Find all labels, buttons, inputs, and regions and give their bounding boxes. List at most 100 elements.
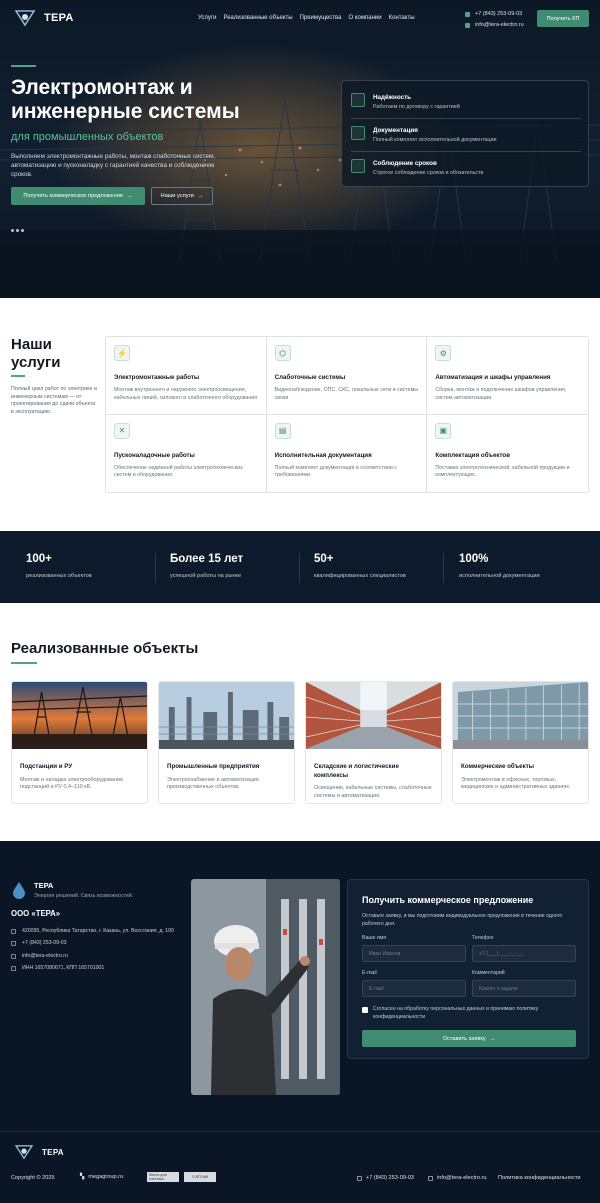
service-text: Полный комплект документации в соответст…	[274, 464, 397, 479]
partner-link[interactable]: ▚ megagroup.ru	[80, 1174, 123, 1180]
project-text: Электромонтаж в офисных, торговых, медиц…	[461, 776, 571, 791]
phone-icon	[11, 941, 16, 947]
service-title: Пусконаладочные работы	[114, 451, 195, 459]
phone-icon	[357, 1175, 362, 1181]
contact-email[interactable]: info@tera-electro.ru	[22, 950, 68, 962]
service-text: Монтаж внутреннего и наружного электроос…	[114, 387, 258, 401]
stat-value: 100%	[459, 553, 489, 565]
arrow-right-icon: →	[197, 193, 204, 199]
service-text: Обеспечение надёжной работы электротехни…	[114, 464, 243, 479]
feature-title: Надёжность	[373, 94, 412, 101]
service-card[interactable]: ✕ Пусконаладочные работы Обеспечение надёж…	[106, 414, 267, 492]
project-text: Электроснабжение и автоматизация произво…	[167, 776, 259, 791]
network-icon: ⌬	[274, 345, 291, 361]
box-icon: ▣	[435, 422, 452, 439]
name-input[interactable]: Иван Иванов	[362, 945, 466, 962]
email-input[interactable]: E-mail	[362, 980, 466, 997]
nav-item-projects[interactable]: Реализованные объекты	[223, 15, 292, 21]
project-card[interactable]: Подстанции и РУ Монтаж и наладка электро…	[11, 681, 148, 804]
contact-list: 420095, Республика Татарстан, г. Казань,…	[11, 925, 174, 975]
services-title: Наши услуги	[11, 336, 61, 371]
feature-text: Строгое соблюдение сроков и обязательств	[373, 170, 484, 176]
mail-icon	[428, 1175, 433, 1181]
logo-mark-icon	[14, 10, 36, 27]
submit-button[interactable]: Оставить заявку →	[362, 1030, 576, 1047]
get-offer-label: Получить коммерческое предложение	[23, 193, 123, 199]
contact-section: ТЕРА Энергия решений. Связь возможностей.…	[0, 841, 600, 1131]
service-card[interactable]: ⚙ Автоматизация и шкафы управления Сборка,…	[427, 337, 588, 415]
stat-label: реализованных объектов	[26, 573, 92, 579]
consent-checkbox[interactable]	[362, 1007, 368, 1013]
service-card[interactable]: ⌬ Слаботочные системы Видеонаблюдение, ОПС…	[266, 337, 428, 415]
drop-icon	[13, 882, 25, 899]
project-title: Складские и логистические комплексы	[314, 763, 399, 779]
our-services-label: Наши услуги	[160, 193, 194, 199]
consent-checkbox-row[interactable]: Согласен на обработку персональных данны…	[362, 1006, 572, 1021]
comment-input[interactable]: Кратко о задаче	[472, 980, 576, 997]
contact-phone[interactable]: +7 (843) 253-09-03	[22, 937, 67, 949]
hero-title: Электромонтаж и инженерные системы	[11, 76, 240, 123]
slider-dot[interactable]	[16, 229, 19, 232]
service-text: Поставка электротехнической, кабельной п…	[435, 464, 570, 479]
submit-label: Оставить заявку	[442, 1035, 486, 1042]
stat-label: квалифицированных специалистов	[314, 573, 406, 579]
header-logo[interactable]: ТЕРА	[14, 9, 74, 27]
services-section: Наши услуги Полный цикл работ по электри…	[0, 298, 600, 531]
footer-email[interactable]: info@tera-electro.ru	[428, 1175, 487, 1181]
project-card[interactable]: Промышленные предприятия Электроснабжени…	[158, 681, 295, 804]
document-icon	[11, 965, 16, 971]
stat-item: 100+ реализованных объектов	[26, 553, 92, 579]
stat-label: успешной работы на рынке	[170, 573, 242, 579]
substation-image	[12, 682, 147, 750]
header-contacts: +7 (843) 253-09-03 info@tera-electro.ru	[465, 9, 524, 31]
feature-item: Соблюдение сроков Строгое соблюдение срок…	[351, 156, 581, 182]
slider-dot[interactable]	[11, 229, 14, 232]
arrow-right-icon: →	[127, 193, 133, 199]
nav-item-advantages[interactable]: Преимущества	[300, 15, 342, 21]
location-icon	[11, 928, 16, 934]
stat-value: 100+	[26, 553, 52, 565]
hero-subtitle: для промышленных объектов	[11, 131, 164, 143]
project-card[interactable]: Коммерческие объекты Электромонтаж в офи…	[452, 681, 589, 804]
footer-logo[interactable]: ТЕРА	[14, 1144, 64, 1160]
header-email[interactable]: info@tera-electro.ru	[475, 20, 524, 31]
logo-mark-icon	[14, 1145, 34, 1160]
consent-label: Согласен на обработку персональных данны…	[373, 1006, 539, 1020]
counter-badge: СЧЕТЧИК	[184, 1172, 216, 1182]
project-card[interactable]: Складские и логистические комплексы Осве…	[305, 681, 442, 804]
nav-item-contacts[interactable]: Контакты	[389, 15, 415, 21]
services-description: Полный цикл работ по электрике и инженер…	[11, 386, 97, 415]
contact-slogan: Энергия решений. Связь возможностей.	[34, 893, 134, 899]
feature-text: Полный комплект исполнительной документа…	[373, 137, 497, 143]
phone-icon	[465, 12, 470, 17]
service-card[interactable]: ▤ Исполнительная документация Полный компл…	[267, 414, 428, 492]
divider	[443, 553, 444, 583]
slider-dot[interactable]	[21, 229, 24, 232]
phone-label: Телефон	[472, 935, 494, 941]
accent-line	[11, 65, 36, 67]
lightning-icon: ⚡	[114, 345, 130, 361]
service-text: Сборка, монтаж и подключение шкафов упра…	[435, 387, 567, 401]
get-offer-button[interactable]: Получить коммерческое предложение →	[11, 187, 145, 205]
stat-item: 100% исполнительной документации	[459, 553, 540, 579]
nav-item-services[interactable]: Услуги	[198, 15, 216, 21]
nav-item-about[interactable]: О компании	[349, 15, 382, 21]
factory-image	[159, 682, 294, 749]
slider-dots[interactable]	[11, 229, 24, 232]
service-title: Автоматизация и шкафы управления	[435, 374, 551, 381]
document-icon	[351, 126, 365, 140]
header-phone[interactable]: +7 (843) 253-09-03	[475, 9, 522, 20]
service-card[interactable]: ⚡ Электромонтажные работы Монтаж внутренне…	[106, 337, 267, 415]
service-card[interactable]: ▣ Комплектация объектов Поставка электроте…	[427, 415, 588, 493]
counter-badge: Место для счетчика	[147, 1172, 179, 1182]
footer-phone[interactable]: +7 (843) 253-09-03	[357, 1175, 414, 1181]
service-title: Электромонтажные работы	[114, 374, 200, 381]
privacy-link[interactable]: Политика конфиденциальности	[498, 1175, 581, 1181]
our-services-button[interactable]: Наши услуги →	[151, 187, 213, 205]
get-kp-button[interactable]: Получить КП	[537, 10, 589, 27]
divider	[351, 151, 581, 152]
service-title: Исполнительная документация	[274, 451, 372, 459]
feature-title: Соблюдение сроков	[373, 160, 437, 167]
project-text: Освещение, кабельные системы, слаботочны…	[314, 785, 432, 799]
phone-input[interactable]: +7 (___) ___-__-__	[472, 945, 576, 962]
